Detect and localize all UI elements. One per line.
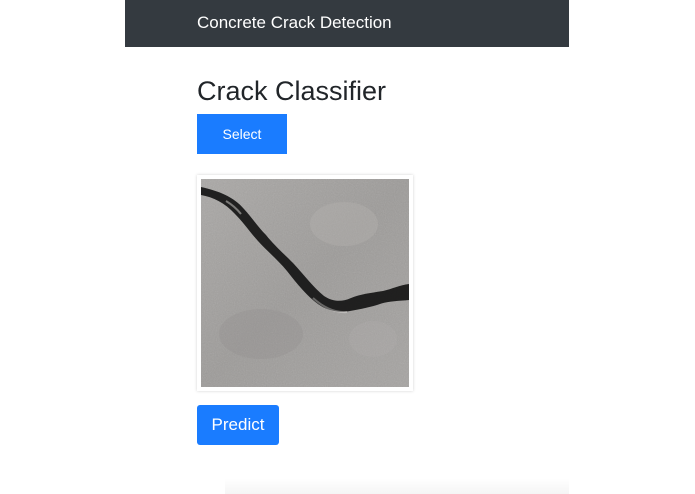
page-bottom-shadow <box>225 478 569 494</box>
predict-button[interactable]: Predict <box>197 405 279 445</box>
image-preview-frame <box>197 175 413 391</box>
top-navbar: Concrete Crack Detection <box>125 0 569 47</box>
concrete-crack-image <box>201 179 409 387</box>
page-title: Crack Classifier <box>197 76 387 106</box>
navbar-brand[interactable]: Concrete Crack Detection <box>197 13 392 33</box>
app-page: Concrete Crack Detection Crack Classifie… <box>125 0 569 494</box>
select-button[interactable]: Select <box>197 114 287 154</box>
